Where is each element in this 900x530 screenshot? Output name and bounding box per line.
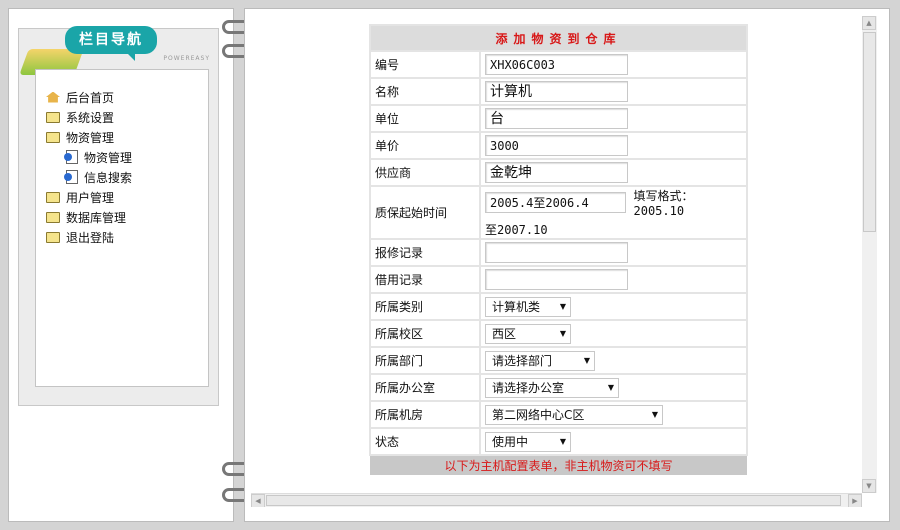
page-icon [64, 170, 78, 184]
nav-item-label: 退出登陆 [66, 230, 115, 245]
chevron-down-icon: ▼ [651, 410, 658, 419]
campus-select[interactable]: 西区 ▼ [485, 323, 571, 344]
dept-select[interactable]: 请选择部门 ▼ [485, 350, 595, 371]
folder-open-icon [46, 131, 60, 143]
supplier-label: 供应商 [369, 158, 481, 187]
nav-item[interactable]: 退出登陆 [46, 227, 132, 247]
navigation-panel: 栏目导航 POWEREASY 后台首页 系统设置 物资管理 物资管理 信息搜索 用户管理数… [8, 8, 234, 522]
scroll-left-icon[interactable]: ◀ [251, 494, 265, 507]
nav-item[interactable]: 用户管理 [46, 187, 132, 207]
brand-text: POWEREASY [163, 55, 210, 62]
home-icon [46, 91, 60, 103]
office-select[interactable]: 请选择办公室 ▼ [485, 377, 619, 398]
nav-item[interactable]: 系统设置 [46, 107, 132, 127]
scroll-right-icon[interactable]: ▶ [848, 494, 862, 507]
content-frame: 添加物资到仓库 编号 XHX06C003 名称 计算机 单位台 单价 3000 供应商… [251, 16, 877, 507]
price-label: 单价 [369, 131, 481, 160]
scroll-up-icon[interactable]: ▲ [862, 16, 876, 30]
repair-input[interactable] [485, 242, 628, 263]
content-panel: 添加物资到仓库 编号 XHX06C003 名称 计算机 单位台 单价 3000 供应商… [244, 8, 890, 522]
folder-icon [46, 231, 60, 243]
folder-icon [46, 211, 60, 223]
status-label: 状态 [369, 427, 481, 456]
nav-item-label: 系统设置 [66, 110, 115, 125]
scrollbar-thumb[interactable] [863, 32, 876, 232]
nav-item[interactable]: 信息搜索 [46, 167, 132, 187]
nav-item[interactable]: 后台首页 [46, 87, 132, 107]
id-input[interactable]: XHX06C003 [485, 54, 628, 75]
warranty-input[interactable]: 2005.4至2006.4 [485, 192, 626, 213]
repair-label: 报修记录 [369, 238, 481, 267]
supplier-input[interactable]: 金乾坤 [485, 162, 628, 183]
id-label: 编号 [369, 50, 481, 79]
borrow-label: 借用记录 [369, 265, 481, 294]
name-input[interactable]: 计算机 [485, 81, 628, 102]
footer-note: 以下为主机配置表单，非主机物资可不填写 [370, 455, 747, 475]
borrow-input[interactable] [485, 269, 628, 290]
form-title: 添加物资到仓库 [369, 24, 748, 52]
chevron-down-icon: ▼ [607, 383, 614, 392]
nav-item-label: 数据库管理 [66, 210, 127, 225]
nav-item-label: 物资管理 [84, 150, 133, 165]
category-select[interactable]: 计算机类 ▼ [485, 296, 571, 317]
name-label: 名称 [369, 77, 481, 106]
category-label: 所属类别 [369, 292, 481, 321]
office-value: 请选择办公室 [492, 381, 565, 395]
nav-item[interactable]: 物资管理 [46, 127, 132, 147]
room-value: 第二网络中心C区 [492, 408, 585, 422]
chevron-down-icon: ▼ [559, 302, 566, 311]
nav-box: 栏目导航 POWEREASY 后台首页 系统设置 物资管理 物资管理 信息搜索 用户管理数… [18, 26, 219, 406]
scrollbar-thumb[interactable] [266, 495, 841, 506]
status-select[interactable]: 使用中 ▼ [485, 431, 571, 452]
warranty-hint-cont: 至2007.10 [485, 223, 548, 237]
nav-item-label: 后台首页 [66, 90, 115, 105]
category-value: 计算机类 [492, 300, 541, 314]
horizontal-scrollbar[interactable]: ◀ ▶ [251, 493, 862, 507]
nav-item-label: 物资管理 [66, 130, 115, 145]
scroll-down-icon[interactable]: ▼ [862, 479, 876, 493]
dept-label: 所属部门 [369, 346, 481, 375]
warranty-hint: 填写格式：2005.10 [633, 189, 694, 218]
nav-item-label: 用户管理 [66, 190, 115, 205]
room-label: 所属机房 [369, 400, 481, 429]
page-icon [64, 150, 78, 164]
nav-item[interactable]: 物资管理 [46, 147, 132, 167]
price-input[interactable]: 3000 [485, 135, 628, 156]
status-value: 使用中 [492, 435, 529, 449]
folder-icon [46, 191, 60, 203]
vertical-scrollbar[interactable]: ▲ ▼ [862, 16, 877, 493]
chevron-down-icon: ▼ [583, 356, 590, 365]
warranty-label: 质保起始时间 [369, 185, 481, 240]
chevron-down-icon: ▼ [559, 329, 566, 338]
unit-input[interactable]: 台 [485, 108, 628, 129]
folder-icon [46, 111, 60, 123]
office-label: 所属办公室 [369, 373, 481, 402]
add-material-form: 添加物资到仓库 编号 XHX06C003 名称 计算机 单位台 单价 3000 供应商… [369, 24, 748, 475]
room-select[interactable]: 第二网络中心C区 ▼ [485, 404, 663, 425]
unit-label: 单位 [369, 104, 481, 133]
nav-item[interactable]: 数据库管理 [46, 207, 132, 227]
nav-tree: 后台首页 系统设置 物资管理 物资管理 信息搜索 用户管理 数据库管理 退出登陆 [46, 87, 132, 247]
campus-label: 所属校区 [369, 319, 481, 348]
nav-item-label: 信息搜索 [84, 170, 133, 185]
nav-title: 栏目导航 [65, 26, 157, 61]
campus-value: 西区 [492, 327, 517, 341]
chevron-down-icon: ▼ [559, 437, 566, 446]
dept-value: 请选择部门 [492, 354, 553, 368]
